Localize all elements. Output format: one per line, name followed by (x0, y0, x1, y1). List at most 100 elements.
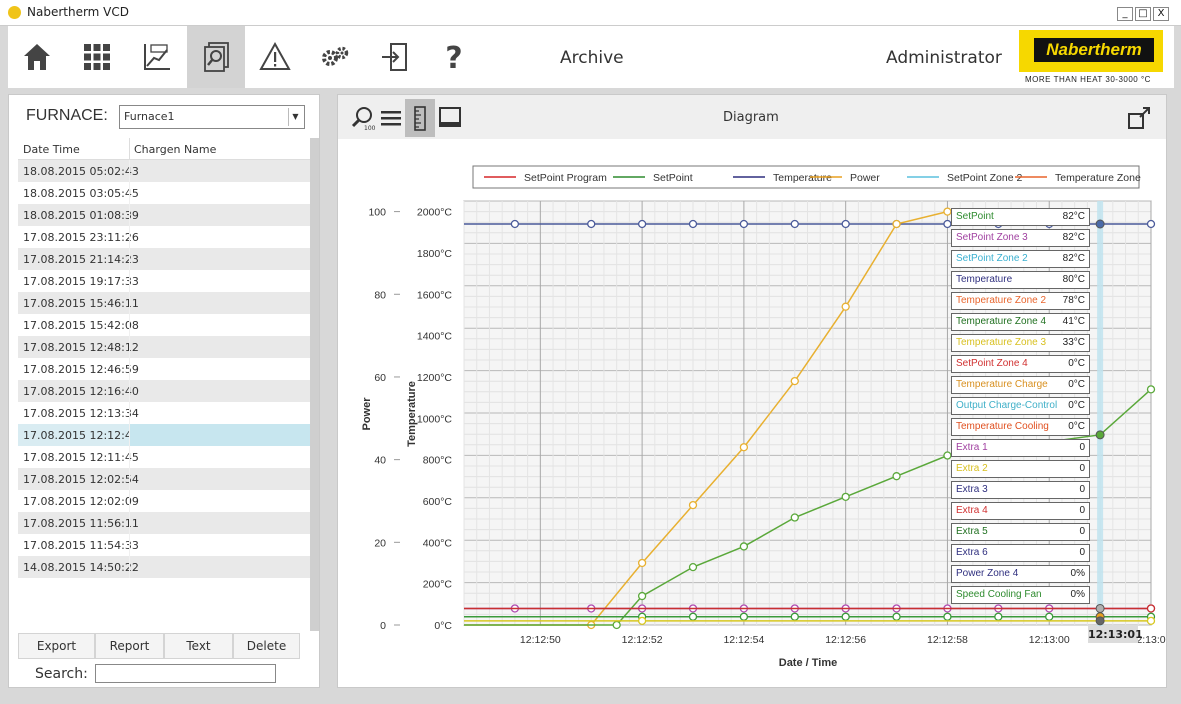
power-tick-label: 80 (374, 289, 386, 301)
tooltip-value: 0°C (1068, 421, 1085, 432)
monitor-button[interactable] (435, 99, 465, 137)
tooltip-name: Temperature Zone 3 (956, 337, 1047, 348)
row-chargen-name (129, 336, 310, 358)
series-point-power (892, 219, 901, 229)
power-tick-label: 40 (374, 455, 386, 467)
row-date-time: 17.08.2015 12:48:12 (23, 341, 139, 354)
table-row[interactable]: 17.08.2015 15:46:11 (18, 292, 310, 314)
table-row[interactable]: 17.08.2015 12:13:34 (18, 402, 310, 424)
alarm-button[interactable] (246, 26, 304, 88)
tooltip-row: SetPoint 82°C (951, 208, 1090, 226)
help-icon: ? (445, 41, 462, 73)
cursor-marker (1095, 430, 1105, 440)
table-row[interactable]: 17.08.2015 12:02:09 (18, 490, 310, 512)
series-point-blue (587, 219, 596, 229)
table-row[interactable]: 14.08.2015 14:50:22 (18, 556, 310, 578)
list-view-button[interactable] (376, 99, 406, 137)
export-button[interactable]: Export (18, 633, 95, 659)
tooltip-row: Temperature Zone 3 33°C (951, 334, 1090, 352)
program-button[interactable] (128, 26, 186, 88)
temperature-tick-label: 800°C (423, 455, 453, 467)
cursor-marker (1095, 616, 1105, 626)
text-button[interactable]: Text (164, 633, 233, 659)
row-date-time: 17.08.2015 12:46:59 (23, 363, 139, 376)
table-row[interactable]: 17.08.2015 12:02:54 (18, 468, 310, 490)
series-point-blue (637, 219, 647, 229)
tooltip-name: Speed Cooling Fan (956, 589, 1042, 600)
row-date-time: 17.08.2015 11:54:33 (23, 539, 139, 552)
help-button[interactable]: ? (425, 26, 483, 88)
expand-icon[interactable] (1126, 105, 1152, 131)
temperature-axis-title: Temperature (406, 381, 418, 447)
row-date-time: 17.08.2015 12:02:09 (23, 495, 139, 508)
ruler-icon (414, 106, 426, 131)
table-row[interactable]: 17.08.2015 12:12:48 (18, 424, 310, 446)
tooltip-row: SetPoint Zone 2 82°C (951, 250, 1090, 268)
row-date-time: 17.08.2015 12:16:40 (23, 385, 139, 398)
list-header: Date Time Chargen Name (18, 138, 310, 160)
table-row[interactable]: 17.08.2015 12:48:12 (18, 336, 310, 358)
table-row[interactable]: 17.08.2015 12:16:40 (18, 380, 310, 402)
logout-button[interactable] (366, 26, 424, 88)
minimize-button[interactable]: _ (1117, 7, 1133, 21)
tooltip-row: Temperature Zone 2 78°C (951, 292, 1090, 310)
temperature-tick-label: 200°C (423, 579, 453, 591)
table-row[interactable]: 18.08.2015 05:02:43 (18, 160, 310, 182)
tooltip-name: Power Zone 4 (956, 568, 1019, 579)
temperature-tick-label: 1600°C (417, 289, 453, 301)
table-row[interactable]: 17.08.2015 12:11:45 (18, 446, 310, 468)
row-chargen-name (129, 490, 310, 512)
row-date-time: 17.08.2015 15:42:08 (23, 319, 139, 332)
grid-button[interactable] (68, 26, 126, 88)
zoom-button[interactable]: 100 (348, 99, 378, 137)
app-icon (8, 6, 21, 19)
tooltip-value: 0 (1079, 547, 1085, 558)
close-button[interactable]: X (1153, 7, 1169, 21)
table-row[interactable]: 17.08.2015 15:42:08 (18, 314, 310, 336)
archive-button[interactable] (187, 26, 245, 88)
table-row[interactable]: 17.08.2015 11:54:33 (18, 534, 310, 556)
maximize-button[interactable]: □ (1135, 7, 1151, 21)
delete-button[interactable]: Delete (233, 633, 300, 659)
table-row[interactable]: 18.08.2015 03:05:45 (18, 182, 310, 204)
table-row[interactable]: 17.08.2015 21:14:23 (18, 248, 310, 270)
tooltip-name: SetPoint Zone 3 (956, 232, 1028, 243)
tooltip-row: Temperature Charge 0°C (951, 376, 1090, 394)
tooltip-value: 0 (1079, 505, 1085, 516)
series-point-blue (841, 219, 850, 229)
series-point-power (943, 207, 952, 216)
home-button[interactable] (8, 26, 66, 88)
settings-button[interactable] (306, 26, 364, 88)
series-point-blue (1146, 219, 1156, 229)
diagram-toolbar: 100 Diagram (338, 95, 1166, 139)
tooltip-value: 41°C (1062, 316, 1085, 327)
series-point-setpoint (688, 562, 698, 572)
temperature-tick-label: 1000°C (417, 413, 453, 425)
tooltip-name: Extra 6 (956, 547, 988, 558)
furnace-dropdown[interactable]: Furnace1 ▼ (119, 105, 305, 129)
search-input[interactable] (95, 664, 276, 683)
table-row[interactable]: 17.08.2015 19:17:33 (18, 270, 310, 292)
tooltip-value: 33°C (1062, 337, 1085, 348)
x-tick-label: 12:12:56 (825, 634, 866, 646)
tooltip-name: Extra 2 (956, 463, 988, 474)
list-scrollbar[interactable] (310, 138, 319, 631)
tooltip-value: 0% (1070, 589, 1085, 600)
column-date-time[interactable]: Date Time (23, 143, 80, 156)
series-point-blue (943, 219, 952, 229)
temperature-tick-label: 0°C (434, 620, 452, 632)
table-row[interactable]: 17.08.2015 12:46:59 (18, 358, 310, 380)
ruler-button[interactable] (405, 99, 435, 137)
legend-label: Temperature (773, 172, 832, 184)
report-button[interactable]: Report (95, 633, 164, 659)
column-chargen-name[interactable]: Chargen Name (129, 138, 220, 160)
furnace-selected-value: Furnace1 (124, 110, 175, 123)
series-point-blue (510, 219, 520, 229)
table-row[interactable]: 18.08.2015 01:08:39 (18, 204, 310, 226)
table-row[interactable]: 17.08.2015 11:56:11 (18, 512, 310, 534)
tooltip-row: Extra 4 0 (951, 502, 1090, 520)
table-row[interactable]: 17.08.2015 23:11:26 (18, 226, 310, 248)
tooltip-name: Output Charge-Control (956, 400, 1058, 411)
cursor-marker (1095, 603, 1105, 613)
x-axis-title: Date / Time (779, 657, 838, 669)
